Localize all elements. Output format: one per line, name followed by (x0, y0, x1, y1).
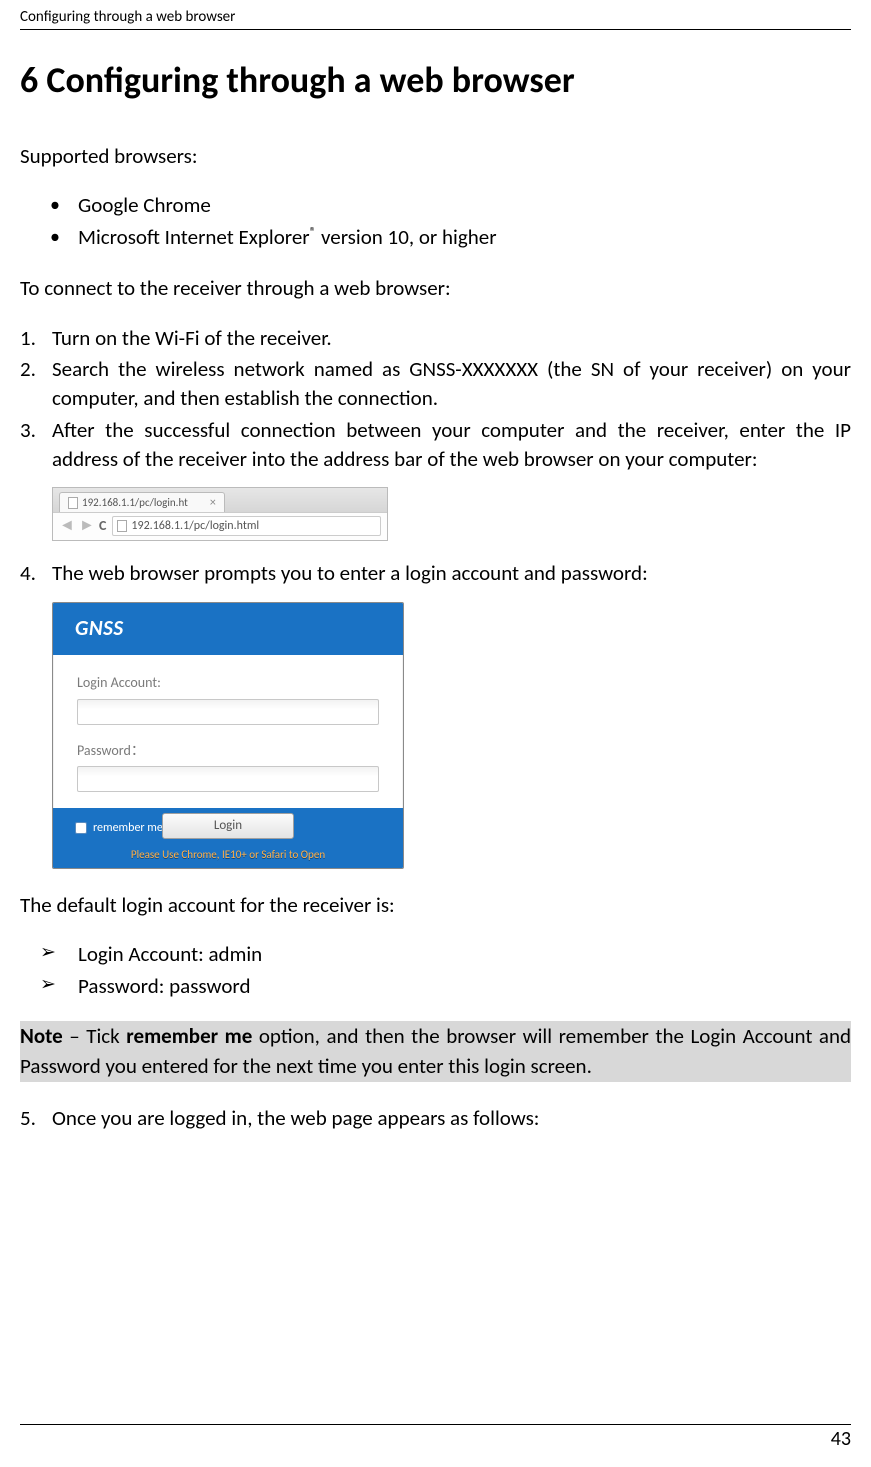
page-number: 43 (20, 1424, 851, 1451)
reload-icon[interactable]: C (99, 516, 106, 536)
page-icon (117, 520, 127, 532)
browser-list: Google Chrome Microsoft Internet Explore… (20, 191, 851, 252)
step-3-text: After the successful connection between … (52, 417, 851, 472)
default-credentials-list: Login Account: admin Password: password (20, 940, 851, 1001)
default-password: Password: password (78, 972, 851, 1001)
note-prefix: Note (20, 1023, 63, 1049)
browser-address-screenshot: 192.168.1.1/pc/login.ht × ◄ ► C 192.168.… (52, 487, 388, 541)
close-tab-icon[interactable]: × (210, 495, 216, 512)
step-3: After the successful connection between … (52, 416, 851, 541)
header-section-title: Configuring through a web browser (20, 8, 235, 26)
checkbox-icon[interactable] (75, 822, 87, 834)
browser-item-ie: Microsoft Internet Explorer® version 10,… (78, 223, 851, 252)
password-label: Password： (77, 741, 379, 761)
login-button[interactable]: Login (162, 813, 294, 839)
tab-strip: 192.168.1.1/pc/login.ht × (53, 488, 387, 512)
step-4: The web browser prompts you to enter a l… (52, 559, 851, 870)
note-remember-me: remember me (126, 1023, 252, 1049)
steps-list-cont: Once you are logged in, the web page app… (20, 1104, 851, 1133)
remember-me-checkbox[interactable]: remember me (75, 820, 163, 837)
address-bar-row: ◄ ► C 192.168.1.1/pc/login.html (53, 512, 387, 540)
browser-item-chrome: Google Chrome (78, 191, 851, 220)
password-input[interactable] (77, 766, 379, 792)
default-login-account: Login Account: admin (78, 940, 851, 969)
step-5: Once you are logged in, the web page app… (52, 1104, 851, 1133)
step-4-text: The web browser prompts you to enter a l… (52, 560, 648, 586)
step-1: Turn on the Wi-Fi of the receiver. (52, 324, 851, 353)
ie-version: version 10, or higher (316, 224, 496, 250)
connect-intro: To connect to the receiver through a web… (20, 274, 851, 303)
note-dash: – Tick (63, 1023, 127, 1049)
page-title: 6 Configuring through a web browser (20, 58, 851, 102)
ie-name: Microsoft Internet Explorer (78, 224, 310, 250)
login-account-label: Login Account: (77, 673, 379, 693)
tab-title: 192.168.1.1/pc/login.ht (82, 495, 188, 510)
browser-compat-note: Please Use Chrome, IE10+ or Safari to Op… (53, 847, 403, 862)
note-block: Note – Tick remember me option, and then… (20, 1021, 851, 1082)
page-icon (68, 497, 78, 509)
address-input[interactable]: 192.168.1.1/pc/login.html (112, 516, 381, 536)
login-form: Login Account: Password： (53, 655, 403, 792)
login-footer: remember me Login Please Use Chrome, IE1… (53, 808, 403, 868)
steps-list: Turn on the Wi-Fi of the receiver. Searc… (20, 324, 851, 870)
login-header: GNSS (53, 603, 403, 655)
back-arrow-icon[interactable]: ◄ (59, 515, 73, 537)
login-account-input[interactable] (77, 699, 379, 725)
remember-me-label: remember me (93, 820, 163, 837)
page-header: Configuring through a web browser (20, 8, 851, 30)
login-screenshot: GNSS Login Account: Password： remember m… (52, 602, 404, 869)
browser-tab[interactable]: 192.168.1.1/pc/login.ht × (59, 492, 225, 512)
supported-browsers-label: Supported browsers: (20, 142, 851, 171)
default-account-intro: The default login account for the receiv… (20, 891, 851, 920)
brand-logo: GNSS (75, 614, 124, 643)
address-text: 192.168.1.1/pc/login.html (131, 518, 259, 535)
step-2: Search the wireless network named as GNS… (52, 355, 851, 414)
forward-arrow-icon[interactable]: ► (79, 515, 93, 537)
